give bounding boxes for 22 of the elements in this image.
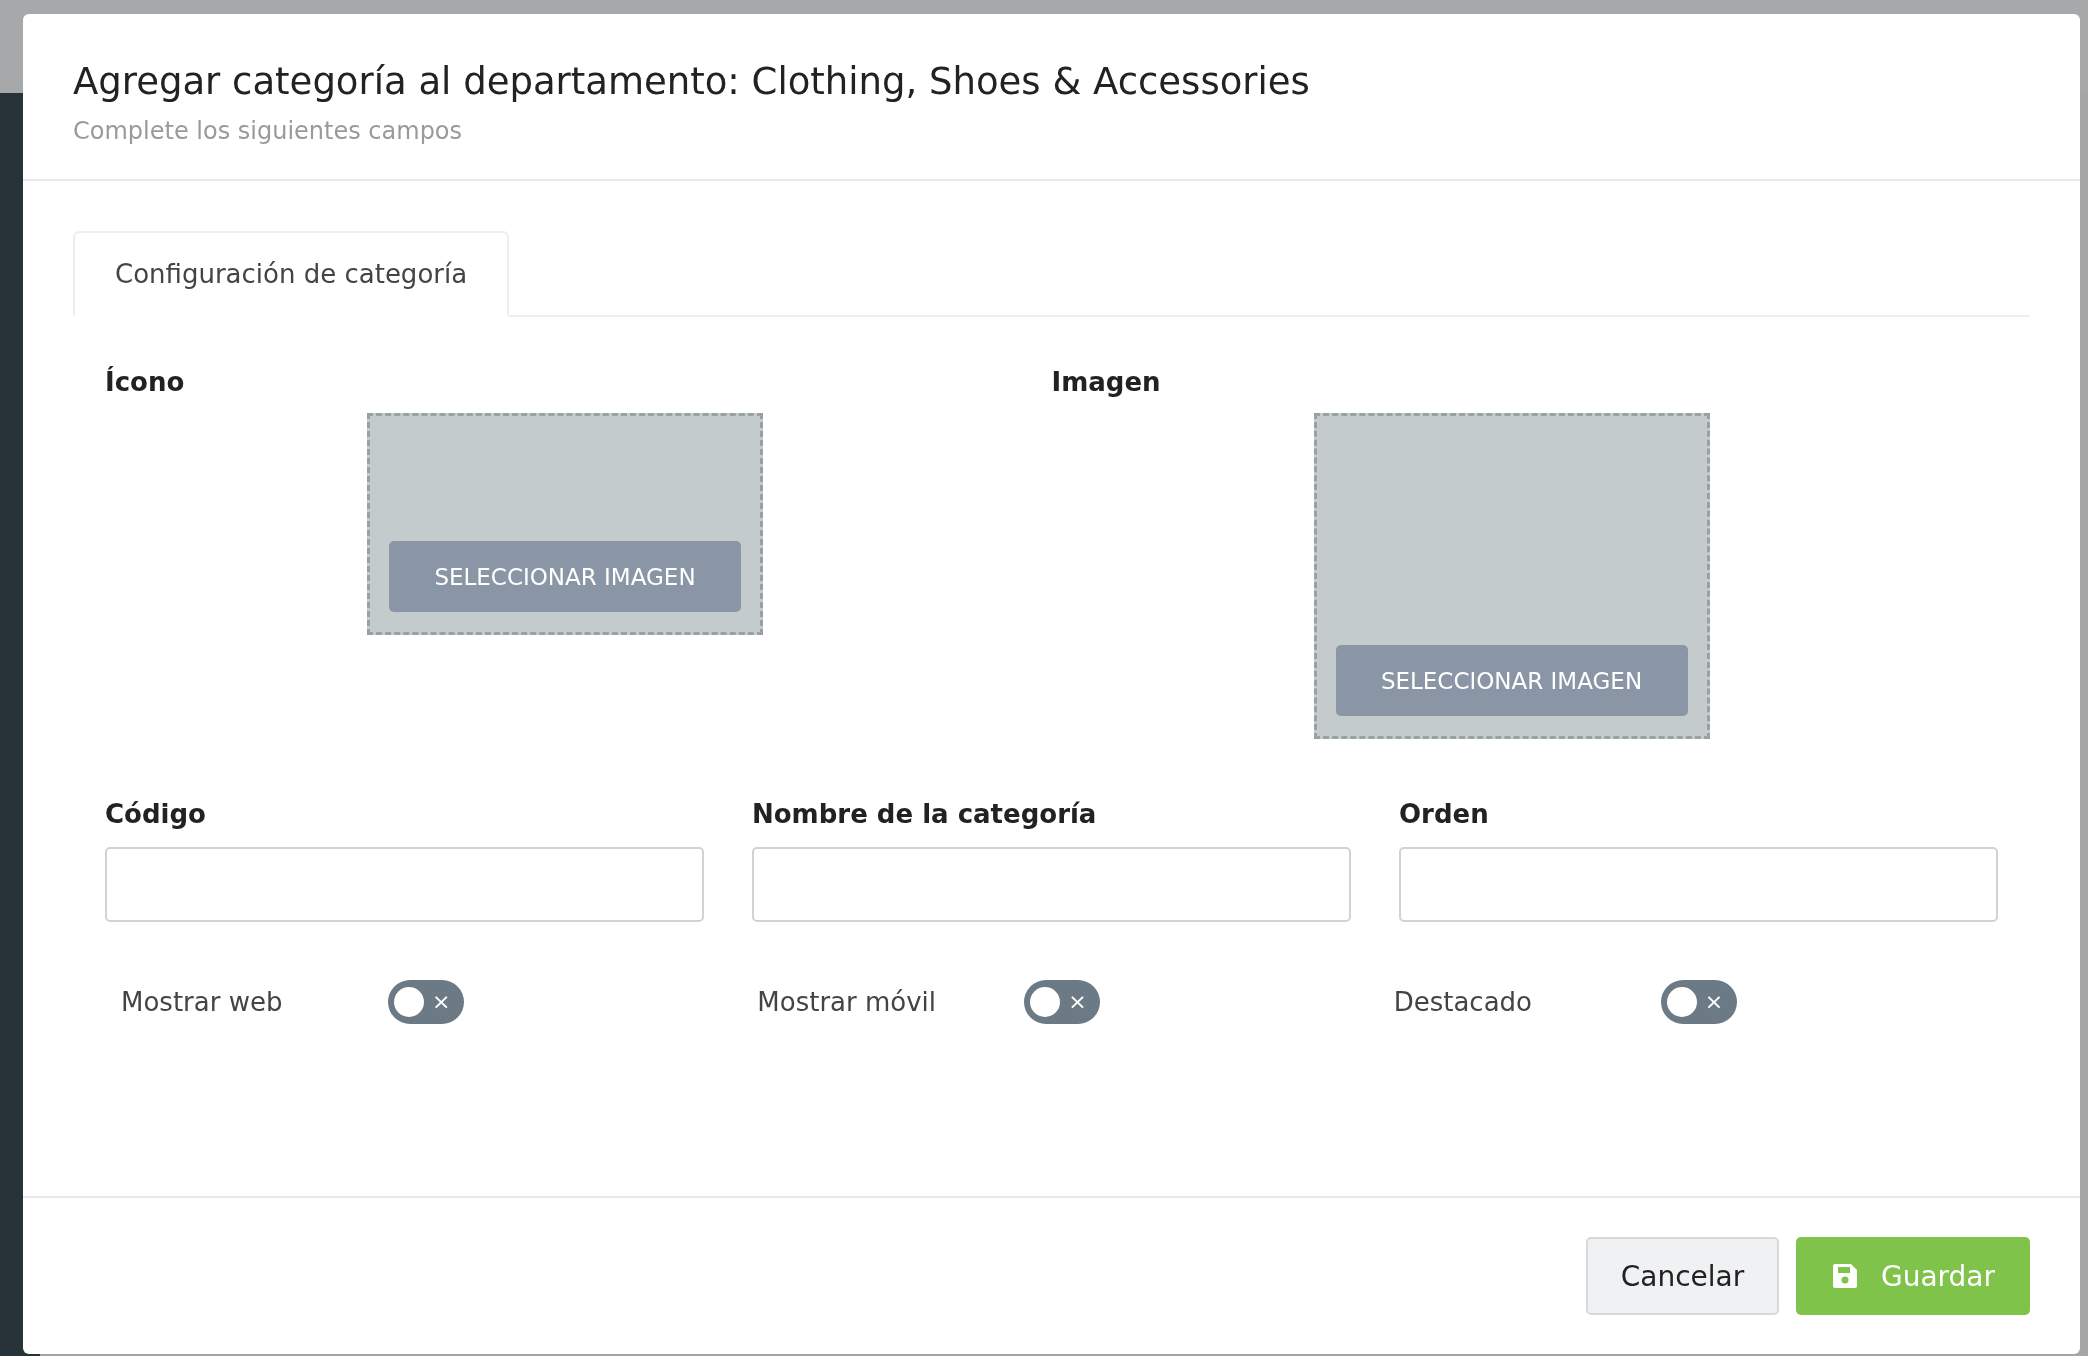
toggle-switch[interactable]: × (388, 980, 464, 1024)
toggle-switch[interactable]: × (1660, 980, 1737, 1024)
toggle-label: Mostrar móvil (757, 987, 938, 1017)
field-label: Orden (1399, 799, 1490, 829)
toggle-switch[interactable]: × (1024, 980, 1101, 1024)
select-image-button[interactable]: SELECCIONAR IMAGEN (389, 541, 741, 612)
toggle-label: Destacado (1393, 987, 1533, 1017)
image-dropzone[interactable]: SELECCIONAR IMAGEN (367, 413, 763, 635)
field-label: Código (105, 799, 207, 829)
modal-title: Agregar categoría al departamento: Clothing, Shoes & Accessories (73, 60, 1311, 103)
select-image-button[interactable]: SELECCIONAR IMAGEN (1335, 645, 1688, 716)
input-field[interactable] (105, 847, 704, 922)
image-dropzone[interactable]: SELECCIONAR IMAGEN (1313, 413, 1710, 739)
field-label: Nombre de la categoría (752, 799, 1098, 829)
cancel-button[interactable]: Cancelar (1586, 1237, 1779, 1315)
modal-subtitle: Complete los siguientes campos (73, 117, 464, 145)
field-label: Imagen (1051, 367, 1162, 397)
input-field[interactable] (1399, 847, 1998, 922)
input-field[interactable] (752, 847, 1351, 922)
toggle-label: Mostrar web (121, 987, 284, 1017)
tab[interactable]: Configuración de categoría (73, 231, 510, 317)
field-label: Ícono (105, 367, 186, 397)
